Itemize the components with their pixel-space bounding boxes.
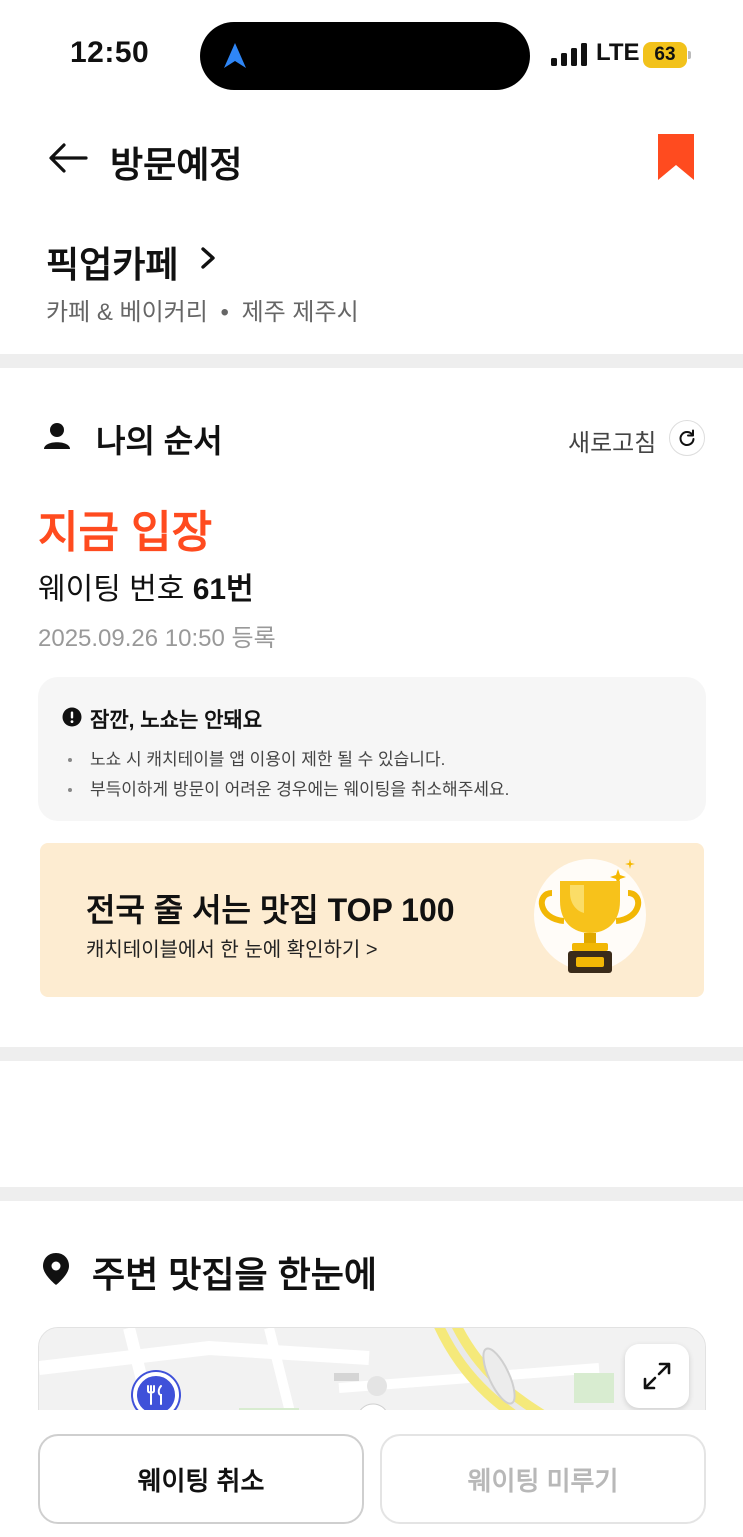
waiting-number: 웨이팅 번호 61번 [38,564,254,608]
postpone-waiting-button[interactable]: 웨이팅 미루기 [380,1434,706,1524]
cellular-signal-icon [551,42,587,66]
notice-item: 노쇼 시 캐치테이블 앱 이용이 제한 될 수 있습니다. [68,745,509,775]
banner-link[interactable]: 캐치테이블에서 한 눈에 확인하기 > [86,933,378,962]
store-category: 카페 & 베이커리 [46,299,208,326]
section-divider [0,1047,743,1061]
banner-title: 전국 줄 서는 맛집 TOP 100 [86,892,455,928]
person-icon [44,423,70,449]
registered-time: 2025.09.26 10:50 등록 [38,625,276,652]
section-divider [0,354,743,368]
battery-icon: 63 [643,42,691,68]
notice-list: 노쇼 시 캐치테이블 앱 이용이 제한 될 수 있습니다. 부득이하게 방문이 … [68,745,509,805]
top-header: 방문예정 [0,120,743,200]
expand-icon [643,1362,671,1390]
waiting-label: 웨이팅 번호 [38,573,185,606]
chevron-right-icon[interactable] [196,244,220,272]
refresh-button[interactable] [669,420,705,456]
separator-dot: • [220,299,229,326]
exclamation-circle-icon [62,707,82,727]
bookmark-icon[interactable] [656,132,696,182]
store-name-link[interactable]: 픽업카페 [46,236,178,288]
entry-status: 지금 입장 [38,508,213,557]
refresh-label[interactable]: 새로고침 [568,423,656,458]
fork-knife-icon [147,1385,162,1405]
location-pin-icon [43,1253,69,1285]
network-type: LTE [596,39,640,66]
notice-item: 부득이하게 방문이 어려운 경우에는 웨이팅을 취소해주세요. [68,775,509,805]
status-bar: 12:50 LTE 63 [0,0,743,110]
section-divider [0,1187,743,1201]
cancel-waiting-button[interactable]: 웨이팅 취소 [38,1434,364,1524]
bottom-action-bar: 웨이팅 취소 웨이팅 미루기 [0,1410,743,1537]
waiting-number-value: 61번 [192,573,254,606]
map-expand-button[interactable] [625,1344,689,1408]
status-time: 12:50 [70,36,150,69]
store-meta: 카페 & 베이커리 • 제주 제주시 [46,292,359,327]
no-show-notice: 잠깐, 노쇼는 안돼요 노쇼 시 캐치테이블 앱 이용이 제한 될 수 있습니다… [38,677,706,821]
arrow-left-icon[interactable] [46,136,90,180]
trophy-icon [534,859,646,973]
top100-banner[interactable]: 전국 줄 서는 맛집 TOP 100 캐치테이블에서 한 눈에 확인하기 > [40,843,704,997]
notice-title: 잠깐, 노쇼는 안돼요 [90,709,263,732]
my-order-title: 나의 순서 [96,423,223,459]
dynamic-island [200,22,530,90]
navigation-arrow-icon [224,43,246,68]
refresh-icon [679,429,695,446]
page-title: 방문예정 [110,144,243,185]
battery-level: 63 [643,42,687,68]
store-location: 제주 제주시 [241,299,359,326]
nearby-title: 주변 맛집을 한눈에 [92,1254,377,1295]
